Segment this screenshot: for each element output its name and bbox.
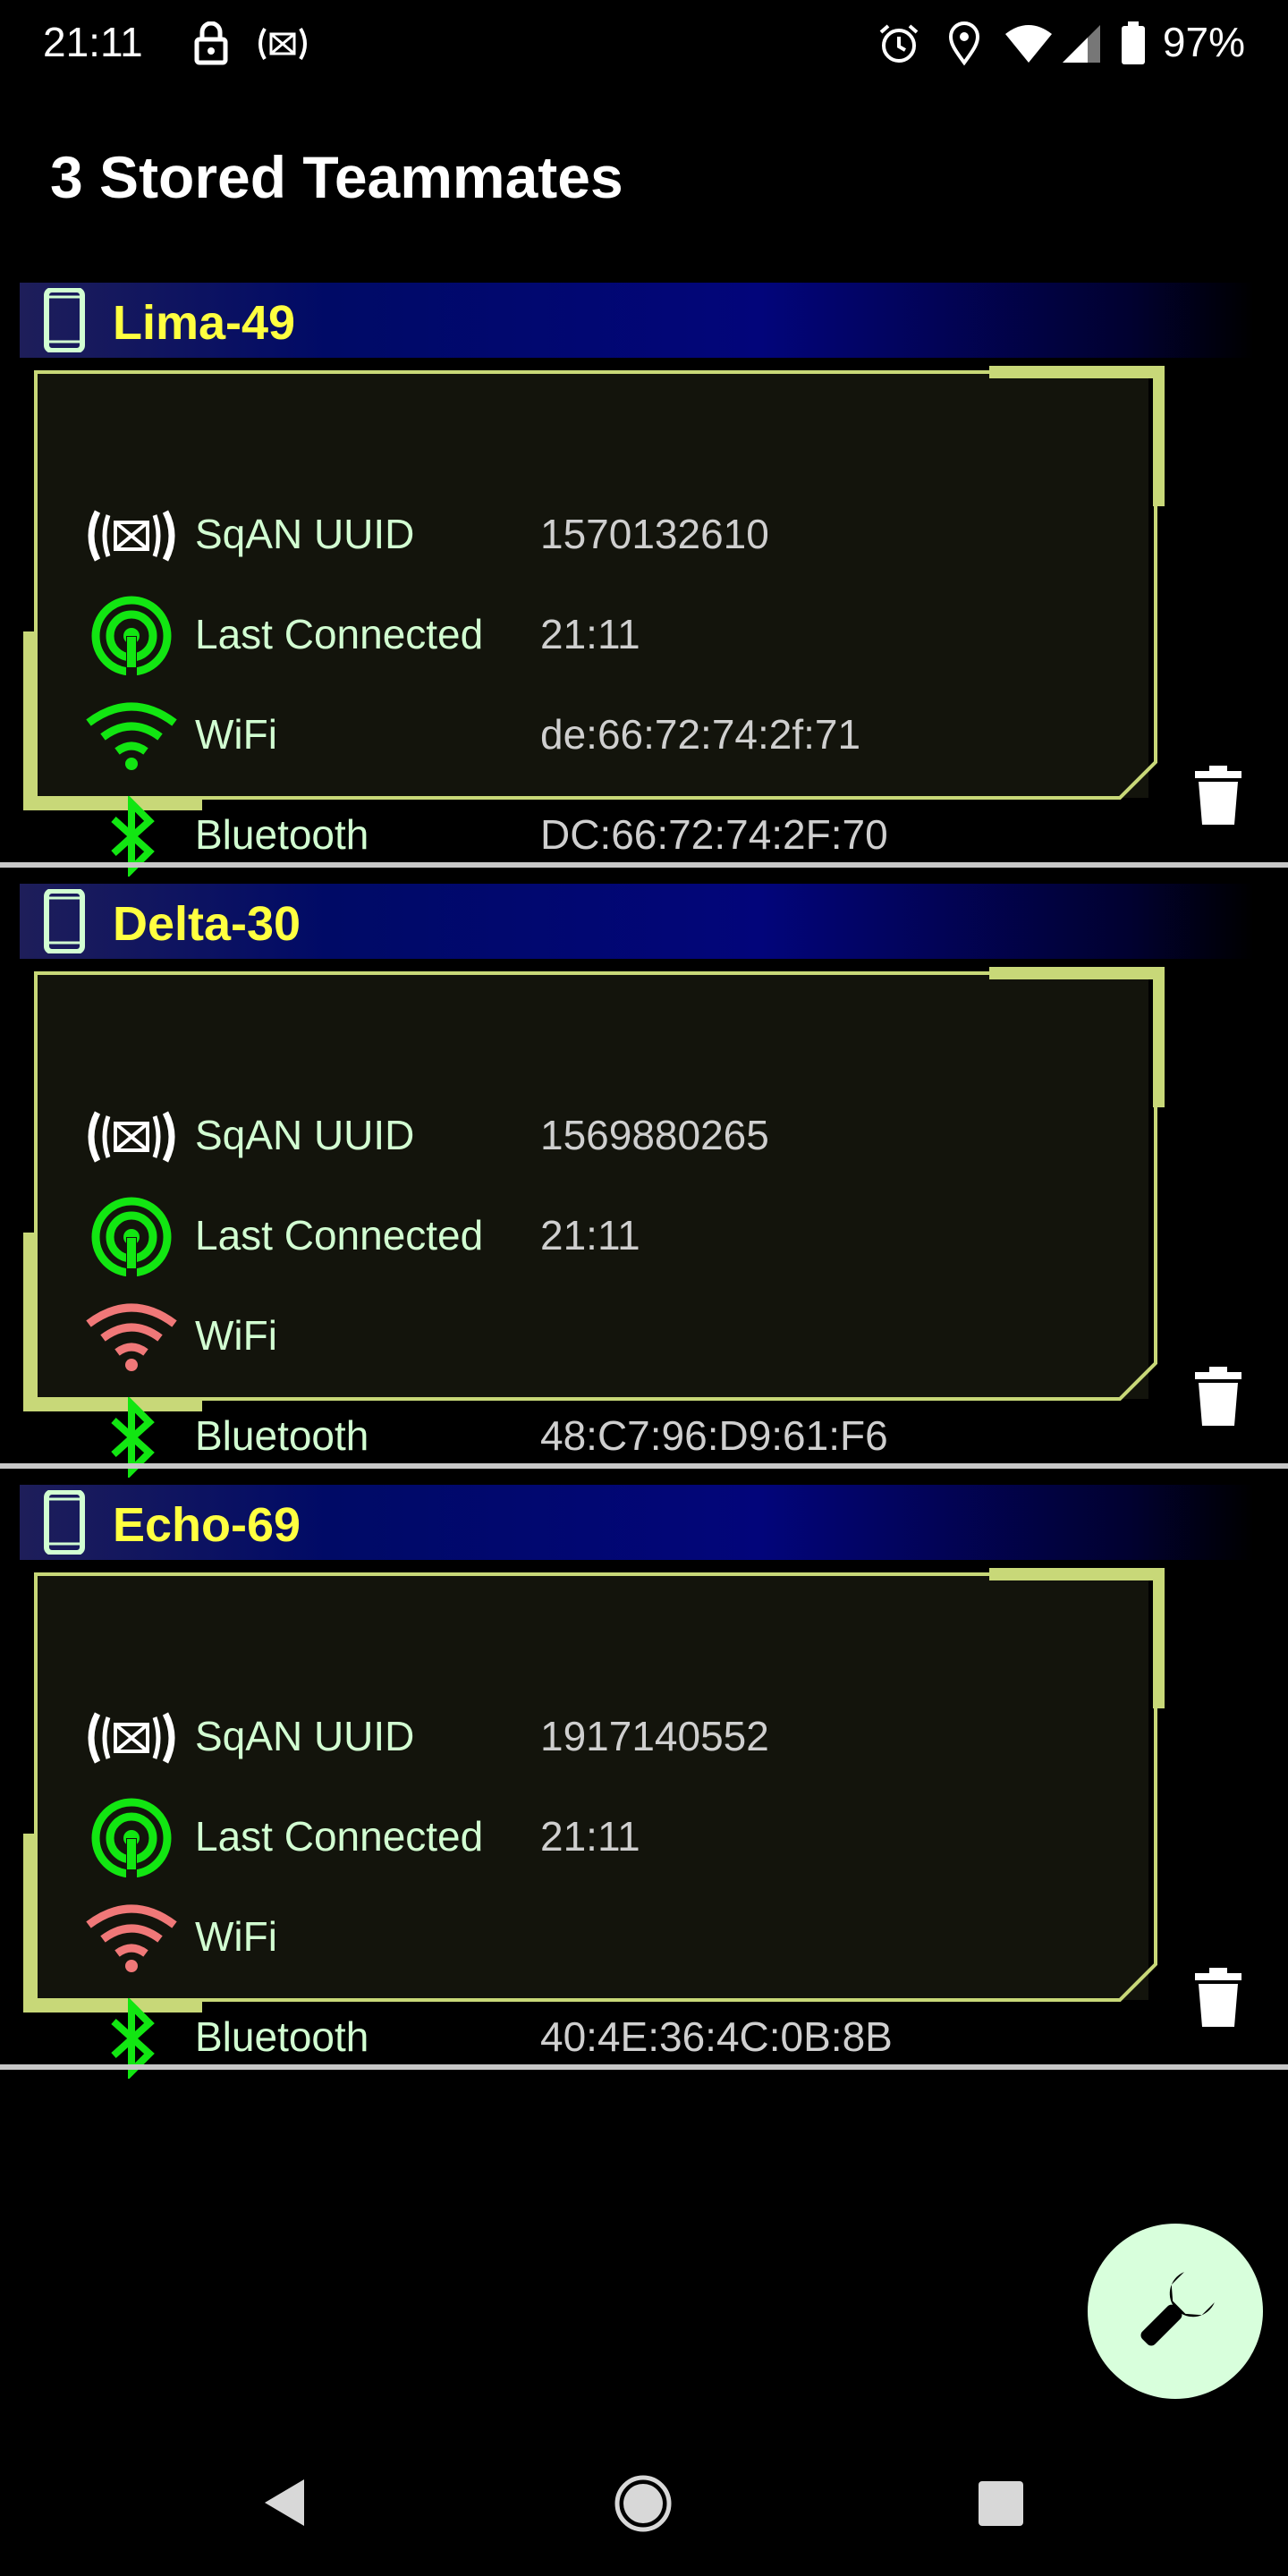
navigation-bar bbox=[0, 2451, 1288, 2576]
info-row: WiFi de:66:72:74:2f:71 bbox=[61, 687, 1134, 776]
home-icon[interactable] bbox=[614, 2474, 673, 2533]
status-bar: 21:11 97% bbox=[0, 0, 1288, 89]
row-value: 21:11 bbox=[540, 611, 640, 657]
recents-icon[interactable] bbox=[977, 2479, 1025, 2528]
info-row: Last Connected 21:11 bbox=[61, 587, 1134, 676]
info-row: SqAN UUID 1917140552 bbox=[61, 1689, 1134, 1778]
row-label: Bluetooth bbox=[195, 811, 369, 858]
row-label: Last Connected bbox=[195, 1212, 484, 1258]
row-value: 40:4E:36:4C:0B:8B bbox=[540, 2013, 893, 2060]
status-time: 21:11 bbox=[43, 19, 143, 65]
row-label: Last Connected bbox=[195, 1813, 484, 1860]
phone-icon bbox=[44, 1490, 85, 1555]
row-label: WiFi bbox=[195, 711, 277, 758]
info-row: SqAN UUID 1570132610 bbox=[61, 487, 1134, 576]
info-frame: SqAN UUID 1570132610 Last Connected 21:1… bbox=[23, 363, 1165, 877]
settings-fab[interactable] bbox=[1088, 2224, 1263, 2399]
divider bbox=[0, 1463, 1288, 1469]
row-value: 1917140552 bbox=[540, 1713, 769, 1759]
row-value: 1569880265 bbox=[540, 1112, 769, 1158]
last-connected-icon bbox=[91, 1197, 172, 1277]
delete-teammate-button[interactable] bbox=[1193, 766, 1243, 826]
back-icon[interactable] bbox=[259, 2476, 309, 2529]
battery-percent: 97% bbox=[1162, 19, 1245, 65]
sqan-icon bbox=[258, 27, 307, 61]
row-value: 21:11 bbox=[540, 1813, 640, 1860]
wifi-icon bbox=[1005, 25, 1052, 63]
sqan-uuid-icon bbox=[88, 1712, 175, 1764]
wifi-disconnected-icon bbox=[86, 1303, 177, 1371]
teammate-card[interactable]: Lima-49 SqAN UUID 1570132610 Last Connec… bbox=[0, 283, 1288, 884]
wrench-icon bbox=[1140, 2272, 1215, 2346]
row-label: Bluetooth bbox=[195, 1412, 369, 1459]
info-row: WiFi bbox=[61, 1288, 1134, 1377]
row-label: Bluetooth bbox=[195, 2013, 369, 2060]
info-row: WiFi bbox=[61, 1889, 1134, 1979]
info-row: Last Connected 21:11 bbox=[61, 1188, 1134, 1277]
card-header: Lima-49 bbox=[20, 283, 1254, 358]
info-frame: SqAN UUID 1569880265 Last Connected 21:1… bbox=[23, 964, 1165, 1478]
teammate-name: Lima-49 bbox=[113, 296, 296, 350]
alarm-icon bbox=[879, 24, 919, 63]
row-value: DC:66:72:74:2F:70 bbox=[540, 811, 888, 858]
row-label: SqAN UUID bbox=[195, 511, 415, 557]
phone-icon bbox=[44, 288, 85, 352]
delete-teammate-button[interactable] bbox=[1193, 1968, 1243, 2029]
row-label: SqAN UUID bbox=[195, 1112, 415, 1158]
sqan-uuid-icon bbox=[88, 1111, 175, 1163]
teammate-card[interactable]: Echo-69 SqAN UUID 1917140552 Last Connec… bbox=[0, 1485, 1288, 2086]
last-connected-icon bbox=[91, 596, 172, 676]
battery-icon bbox=[1122, 21, 1145, 64]
info-row: Last Connected 21:11 bbox=[61, 1789, 1134, 1878]
card-header: Echo-69 bbox=[20, 1485, 1254, 1560]
row-label: WiFi bbox=[195, 1312, 277, 1359]
card-header: Delta-30 bbox=[20, 884, 1254, 959]
wifi-disconnected-icon bbox=[86, 1904, 177, 1972]
lock-icon bbox=[194, 21, 228, 65]
row-label: WiFi bbox=[195, 1913, 277, 1960]
phone-icon bbox=[44, 889, 85, 953]
divider bbox=[0, 2064, 1288, 2070]
location-icon bbox=[948, 21, 980, 66]
teammate-name: Echo-69 bbox=[113, 1498, 301, 1552]
teammate-name: Delta-30 bbox=[113, 897, 301, 951]
info-row: SqAN UUID 1569880265 bbox=[61, 1088, 1134, 1177]
divider bbox=[0, 862, 1288, 868]
wifi-connected-icon bbox=[86, 702, 177, 770]
teammate-card[interactable]: Delta-30 SqAN UUID 1569880265 Last Conne… bbox=[0, 884, 1288, 1485]
sqan-uuid-icon bbox=[88, 510, 175, 562]
row-value: 21:11 bbox=[540, 1212, 640, 1258]
row-value: de:66:72:74:2f:71 bbox=[540, 711, 861, 758]
row-value: 1570132610 bbox=[540, 511, 769, 557]
row-label: SqAN UUID bbox=[195, 1713, 415, 1759]
page-title: 3 Stored Teammates bbox=[50, 144, 623, 210]
info-frame: SqAN UUID 1917140552 Last Connected 21:1… bbox=[23, 1565, 1165, 2079]
signal-icon bbox=[1063, 25, 1100, 63]
row-value: 48:C7:96:D9:61:F6 bbox=[540, 1412, 888, 1459]
last-connected-icon bbox=[91, 1798, 172, 1878]
row-label: Last Connected bbox=[195, 611, 484, 657]
delete-teammate-button[interactable] bbox=[1193, 1367, 1243, 1428]
